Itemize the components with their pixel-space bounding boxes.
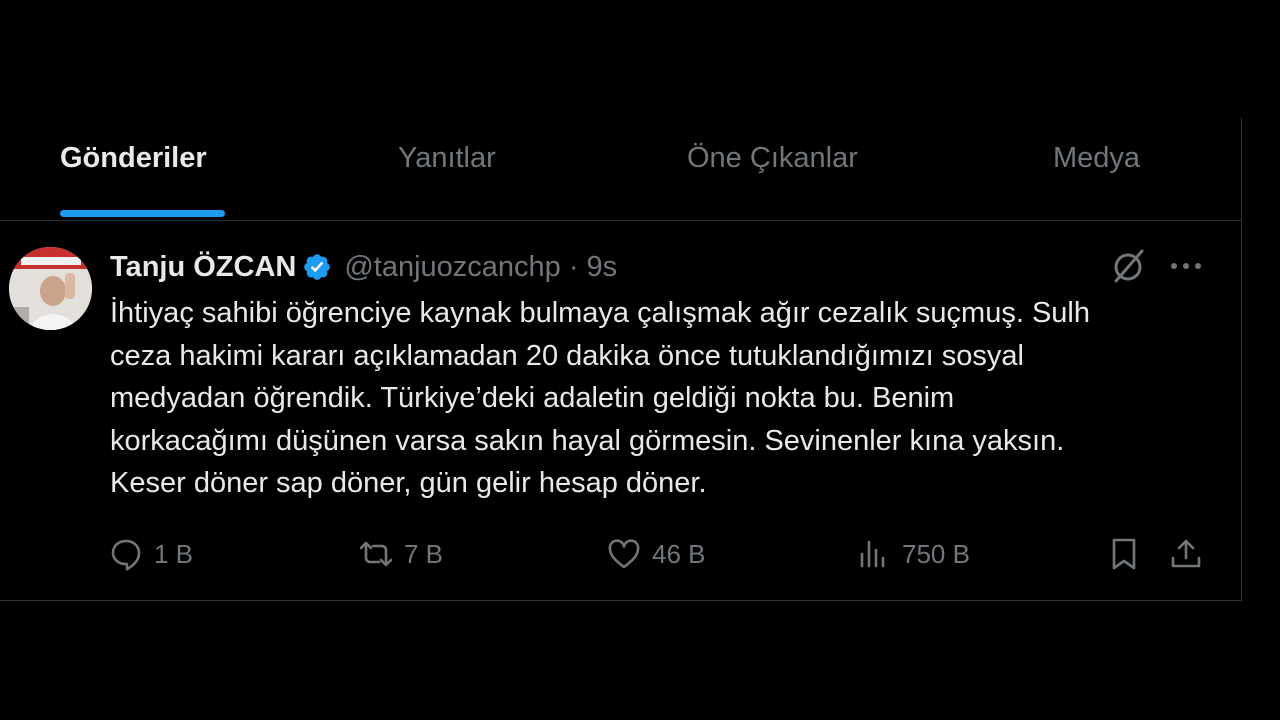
tweet-text-line: ceza hakimi kararı açıklamadan 20 dakika… <box>110 339 1024 372</box>
views-count: 750 B <box>902 538 970 569</box>
repost-count: 7 B <box>404 538 444 569</box>
reply-icon <box>111 539 141 571</box>
avatar[interactable] <box>9 247 92 330</box>
tweet-text-line: korkacağımı düşünen varsa sakın hayal gö… <box>110 424 1065 457</box>
profile-timeline: Gönderiler Yanıtlar Öne Çıkanlar Medya T… <box>0 118 1242 601</box>
tweet-text: İhtiyaç sahibi öğrenciye kaynak bulmaya … <box>110 292 1220 505</box>
tab-posts[interactable]: Gönderiler <box>60 142 207 182</box>
avatar-image <box>9 247 92 330</box>
tweet-text-line: İhtiyaç sahibi öğrenciye kaynak bulmaya … <box>110 297 1090 329</box>
tweet-text-line: Keser döner sap döner, gün gelir hesap d… <box>110 467 707 499</box>
reply-button[interactable]: 1 B <box>108 534 193 574</box>
tweet-timestamp[interactable]: 9s <box>586 251 617 284</box>
author-display-name[interactable]: Tanju ÖZCAN <box>110 251 296 284</box>
tweet-text-line: medyadan öğrendik. Türkiye’deki adaletin… <box>110 382 955 414</box>
author-handle[interactable]: @tanjuozcanchp <box>344 251 560 284</box>
repost-icon <box>359 541 393 567</box>
separator-dot: · <box>568 250 579 283</box>
repost-button[interactable]: 7 B <box>358 534 443 574</box>
like-button[interactable]: 46 B <box>606 534 706 574</box>
tab-replies[interactable]: Yanıtlar <box>398 142 496 182</box>
tweet-actions: 1 B 7 B 46 B 750 B <box>108 534 1208 574</box>
views-icon <box>860 540 885 568</box>
like-count: 46 B <box>652 538 706 569</box>
grok-icon <box>1114 249 1144 283</box>
tweet-header: Tanju ÖZCAN @tanjuozcanchp · 9s <box>110 246 617 288</box>
bookmark-button[interactable] <box>1106 534 1142 574</box>
more-options-button[interactable] <box>1166 247 1206 285</box>
active-tab-indicator <box>60 210 225 217</box>
profile-tabs: Gönderiler Yanıtlar Öne Çıkanlar Medya <box>0 118 1241 221</box>
tab-highlights[interactable]: Öne Çıkanlar <box>687 142 858 182</box>
like-icon <box>608 539 640 569</box>
views-button[interactable]: 750 B <box>856 534 970 574</box>
verified-badge-icon <box>304 254 331 280</box>
share-icon <box>1171 539 1201 568</box>
tab-media[interactable]: Medya <box>1053 142 1140 182</box>
more-icon <box>1171 263 1201 269</box>
reply-count: 1 B <box>154 538 194 569</box>
bookmark-icon <box>1112 538 1136 570</box>
grok-button[interactable] <box>1110 247 1148 285</box>
share-button[interactable] <box>1168 534 1204 574</box>
